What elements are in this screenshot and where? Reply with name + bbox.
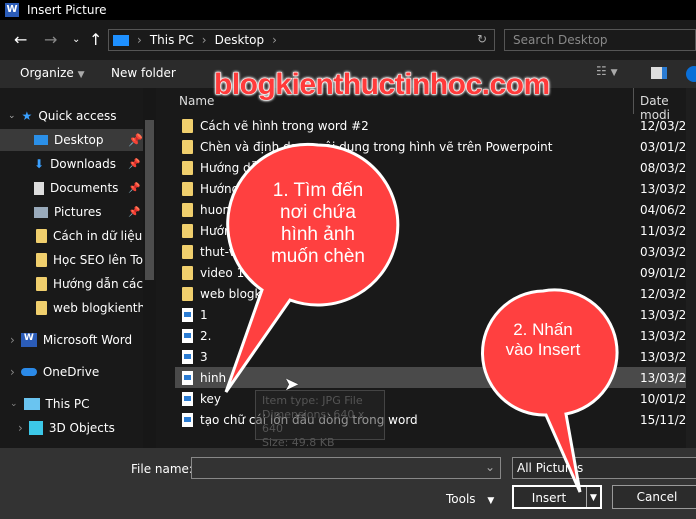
- callout-1-text: 1. Tìm đến nơi chứa hình ảnh muốn chèn: [270, 180, 365, 267]
- callout-2-text: 2. Nhấn vào Insert: [505, 320, 581, 359]
- watermark: blogkienthuctinhoc.com: [214, 68, 551, 102]
